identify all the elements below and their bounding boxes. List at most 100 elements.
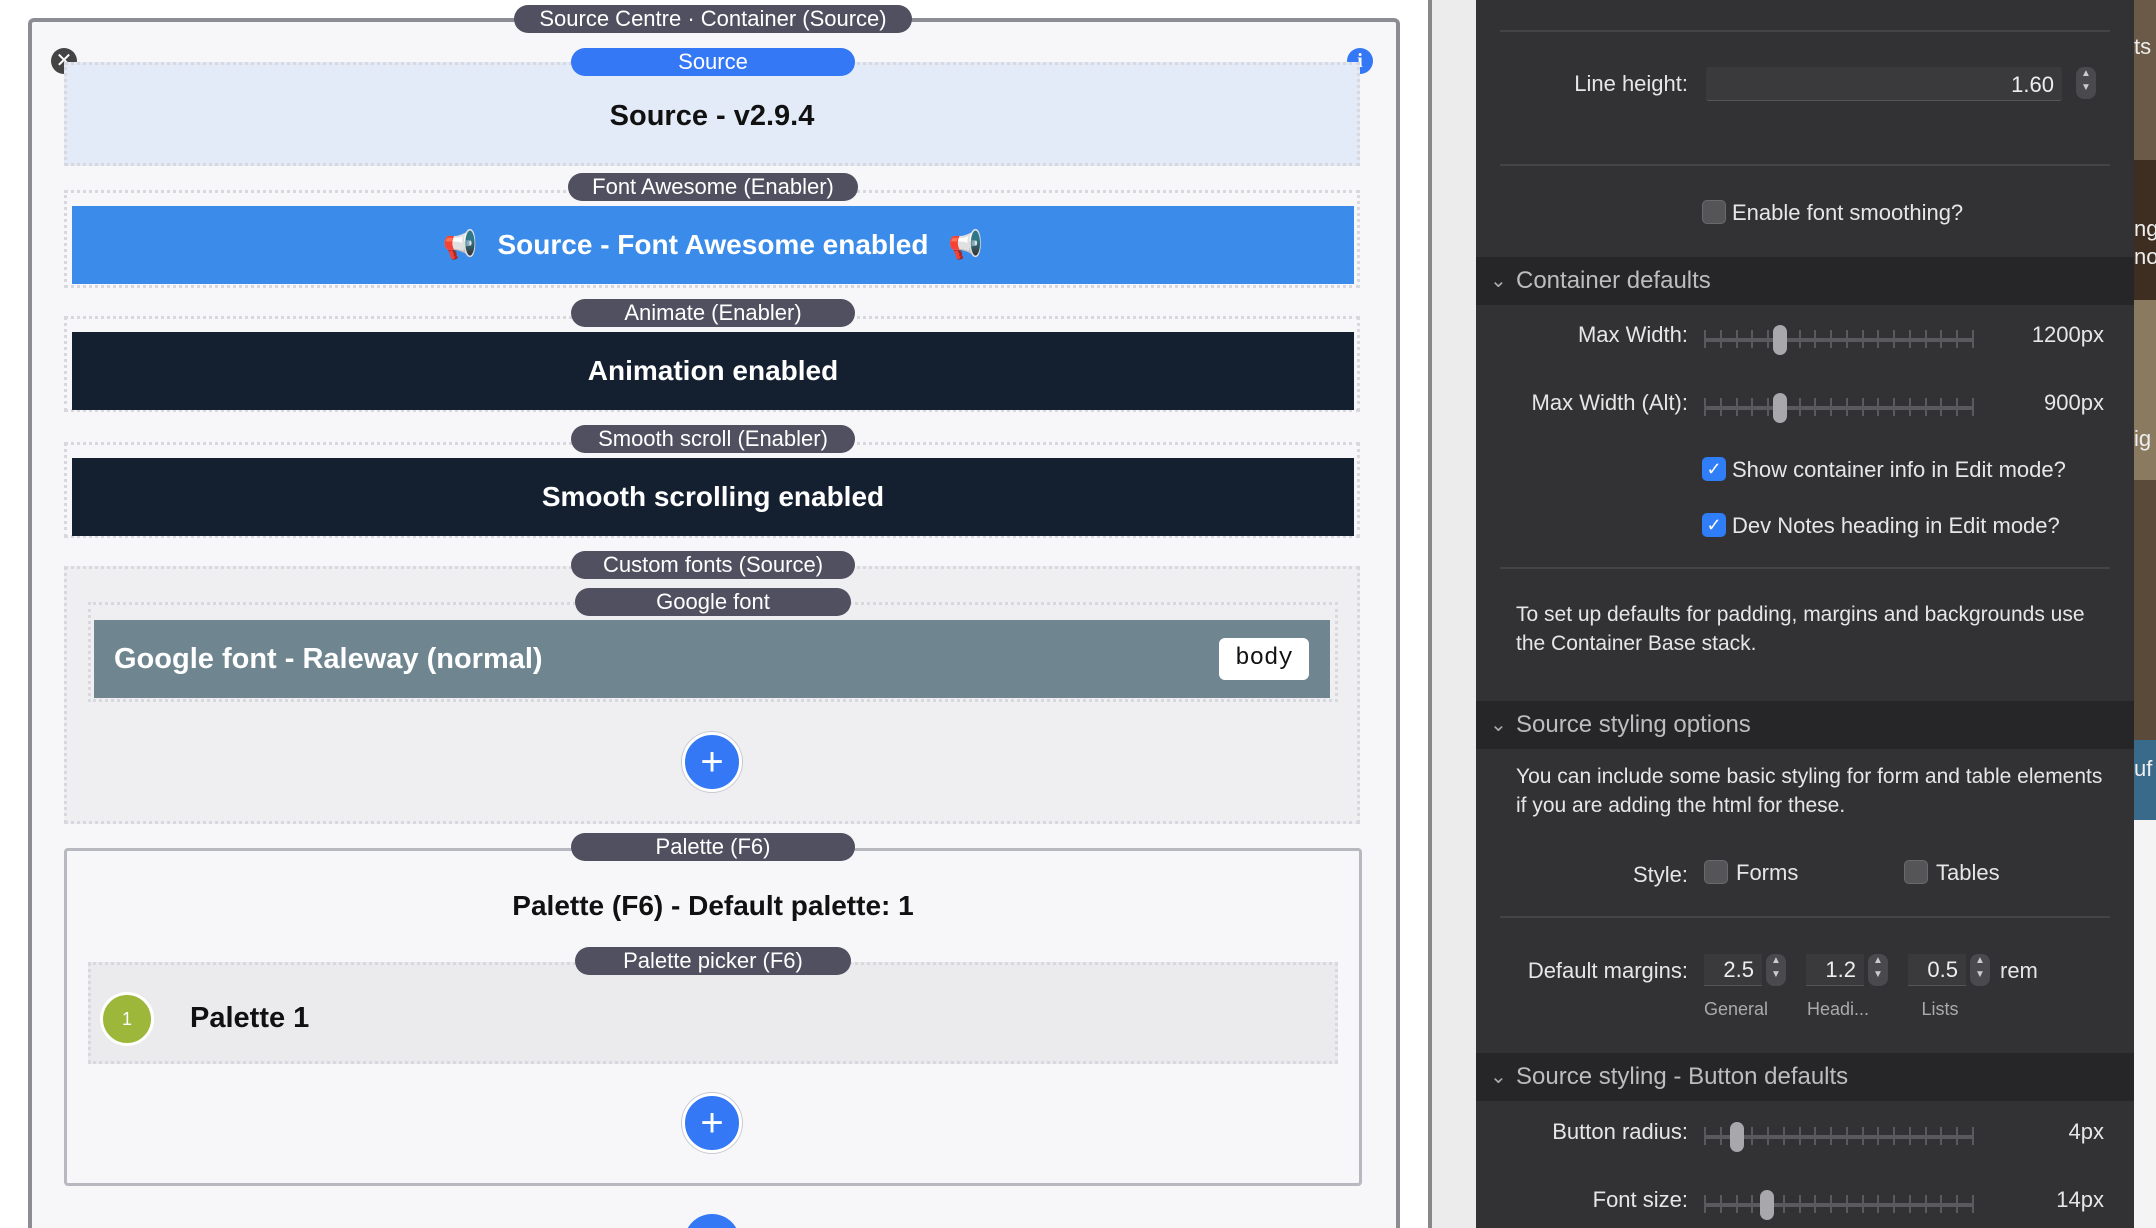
- settings-panel: Line height: 1.60 ▲ ▼ Enable font smoothi…: [1476, 0, 2134, 1228]
- custom-fonts-label[interactable]: Custom fonts (Source): [571, 551, 855, 579]
- max-width-label: Max Width:: [1577, 322, 1688, 347]
- slider-tick: [1909, 1195, 1911, 1213]
- slider-tick: [1736, 398, 1738, 416]
- slider-tick: [1940, 1127, 1942, 1145]
- container-defaults-title: Container defaults: [1516, 267, 1711, 294]
- slider-tick: [1814, 398, 1816, 416]
- button-radius-value: 4px: [2068, 1119, 2104, 1144]
- lists-margin-input[interactable]: 0.5: [1908, 954, 1966, 986]
- general-margin-input[interactable]: 2.5: [1704, 954, 1762, 986]
- slider-tick: [1909, 330, 1911, 348]
- slider-tick: [1736, 1195, 1738, 1213]
- slider-tick: [1814, 1127, 1816, 1145]
- button-defaults-title: Source styling - Button defaults: [1516, 1063, 1849, 1090]
- smooth-label[interactable]: Smooth scroll (Enabler): [571, 425, 855, 453]
- divider: [1500, 916, 2110, 918]
- edge-text: ig: [2134, 426, 2152, 451]
- slider-tick: [1846, 398, 1848, 416]
- forms-label: Forms: [1736, 860, 1799, 885]
- chevron-down-icon: ⌄: [1490, 714, 1507, 736]
- slider-tick: [1704, 330, 1706, 348]
- slider-tick: [1862, 398, 1864, 416]
- headings-margin-input[interactable]: 1.2: [1806, 954, 1864, 986]
- slider-tick: [1877, 1195, 1879, 1213]
- lists-margin-stepper[interactable]: ▲ ▼: [1970, 954, 1990, 986]
- slider-tick: [1956, 398, 1958, 416]
- general-margin-stepper[interactable]: ▲ ▼: [1766, 954, 1786, 986]
- slider-tick: [1972, 398, 1974, 416]
- slider-tick: [1751, 1195, 1753, 1213]
- slider-tick: [1972, 1195, 1974, 1213]
- google-font-label[interactable]: Google font: [575, 588, 851, 616]
- smooth-bar: Smooth scrolling enabled: [72, 458, 1354, 536]
- fontawesome-bar: 📢 Source - Font Awesome enabled 📢: [72, 206, 1354, 284]
- fontawesome-label[interactable]: Font Awesome (Enabler): [568, 173, 858, 201]
- divider: [1500, 164, 2110, 166]
- max-width-slider[interactable]: [1704, 325, 1974, 355]
- forms-checkbox[interactable]: [1704, 860, 1728, 884]
- slider-track: [1704, 338, 1974, 342]
- slider-tick: [1846, 1127, 1848, 1145]
- slider-knob[interactable]: [1760, 1190, 1774, 1220]
- max-width-value: 1200px: [2031, 322, 2104, 347]
- add-block-button[interactable]: +: [682, 1093, 742, 1153]
- palette-swatch[interactable]: 1: [100, 992, 154, 1046]
- chevron-down-icon: ⌄: [1490, 270, 1507, 292]
- slider-track: [1704, 406, 1974, 410]
- show-info-checkbox[interactable]: ✓: [1702, 457, 1726, 481]
- line-height-value: 1.60: [2011, 72, 2054, 97]
- line-height-stepper[interactable]: ▲ ▼: [2076, 67, 2096, 99]
- margins-unit: rem: [2000, 958, 2038, 983]
- slider-tick: [1893, 398, 1895, 416]
- slider-tick: [1704, 1127, 1706, 1145]
- styling-options-header[interactable]: ⌄ Source styling options: [1476, 701, 2134, 749]
- palette-label[interactable]: Palette (F6): [571, 833, 855, 861]
- slider-tick: [1704, 1195, 1706, 1213]
- font-size-value: 14px: [2056, 1187, 2104, 1212]
- slider-tick: [1909, 1127, 1911, 1145]
- button-radius-slider[interactable]: [1704, 1122, 1974, 1152]
- slider-tick: [1925, 398, 1927, 416]
- edge-text: no: [2134, 244, 2156, 269]
- max-width-alt-slider[interactable]: [1704, 393, 1974, 423]
- slider-tick: [1846, 330, 1848, 348]
- slider-tick: [1814, 1195, 1816, 1213]
- tables-checkbox[interactable]: [1904, 860, 1928, 884]
- slider-tick: [1940, 398, 1942, 416]
- slider-tick: [1799, 1195, 1801, 1213]
- button-defaults-header[interactable]: ⌄ Source styling - Button defaults: [1476, 1053, 2134, 1101]
- font-size-slider[interactable]: [1704, 1190, 1974, 1220]
- divider: [1500, 567, 2110, 569]
- dev-notes-checkbox[interactable]: ✓: [1702, 513, 1726, 537]
- general-caption: General: [1703, 999, 1769, 1019]
- divider: [1500, 30, 2110, 32]
- container-defaults-note: To set up defaults for padding, margins …: [1516, 603, 2085, 655]
- palette-picker-label[interactable]: Palette picker (F6): [575, 947, 851, 975]
- slider-tick: [1956, 1127, 1958, 1145]
- slider-tick: [1956, 1195, 1958, 1213]
- canvas-gutter: [1432, 0, 1476, 1228]
- headings-margin-stepper[interactable]: ▲ ▼: [1868, 954, 1888, 986]
- container-defaults-header[interactable]: ⌄ Container defaults: [1476, 257, 2134, 305]
- animate-label[interactable]: Animate (Enabler): [571, 299, 855, 327]
- slider-knob[interactable]: [1773, 393, 1787, 423]
- button-radius-label: Button radius:: [1552, 1119, 1688, 1144]
- slider-tick: [1940, 330, 1942, 348]
- slider-tick: [1783, 1127, 1785, 1145]
- google-font-text: Google font - Raleway (normal): [114, 643, 543, 675]
- slider-tick: [1814, 330, 1816, 348]
- slider-tick: [1846, 1195, 1848, 1213]
- slider-tick: [1972, 1127, 1974, 1145]
- slider-tick: [1940, 1195, 1942, 1213]
- slider-tick: [1751, 330, 1753, 348]
- slider-knob[interactable]: [1730, 1122, 1744, 1152]
- add-block-button[interactable]: +: [682, 732, 742, 792]
- palette-item[interactable]: Palette 1: [190, 1002, 309, 1035]
- source-label[interactable]: Source: [571, 48, 855, 76]
- slider-tick: [1830, 1127, 1832, 1145]
- container-label[interactable]: Source Centre · Container (Source): [514, 5, 912, 33]
- lists-caption: Lists: [1921, 999, 1959, 1019]
- font-smoothing-checkbox[interactable]: [1702, 200, 1726, 224]
- animate-bar: Animation enabled: [72, 332, 1354, 410]
- slider-knob[interactable]: [1773, 325, 1787, 355]
